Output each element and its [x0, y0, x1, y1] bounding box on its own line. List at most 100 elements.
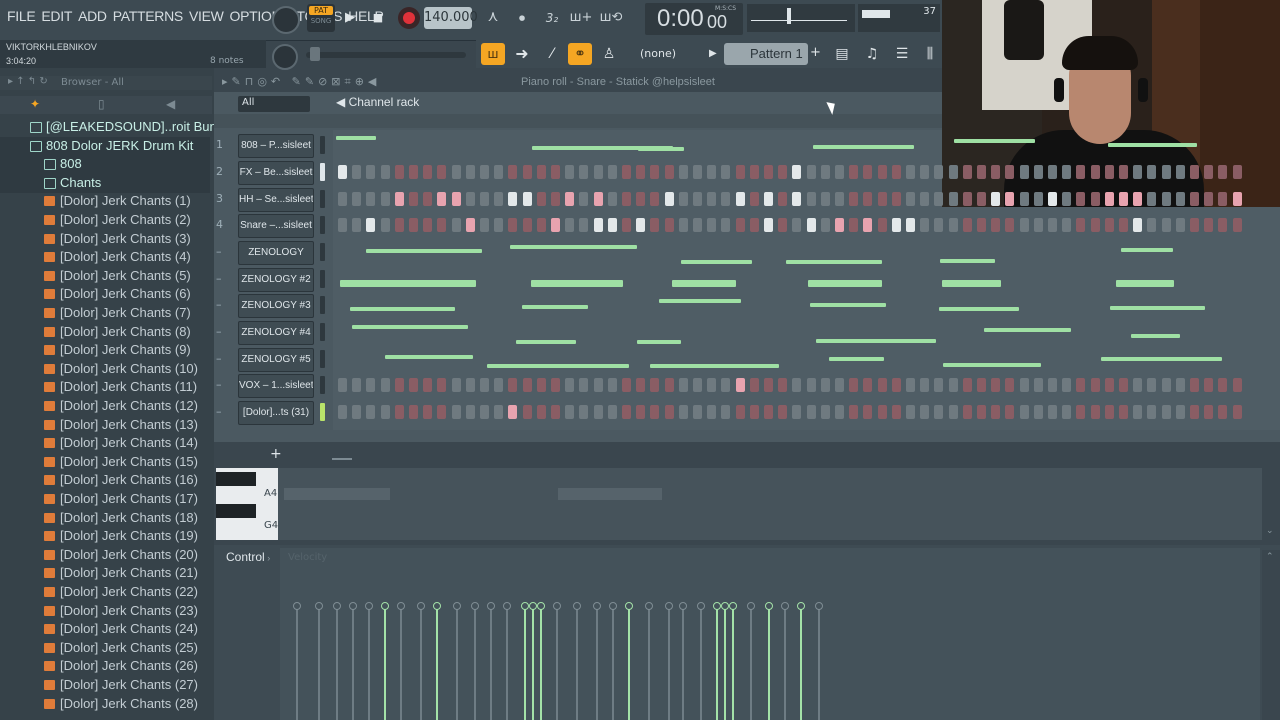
step-button[interactable] — [977, 405, 986, 419]
step-button[interactable] — [536, 192, 546, 206]
velocity-bar[interactable] — [417, 602, 425, 720]
step-button[interactable] — [749, 405, 759, 419]
file-icon[interactable]: ▯ — [98, 97, 105, 111]
step-button[interactable] — [437, 192, 447, 206]
step-button[interactable] — [721, 218, 731, 232]
step-button[interactable] — [1090, 405, 1100, 419]
channel-button[interactable]: ZENOLOGY — [238, 241, 314, 265]
snap-star-icon[interactable]: ✦ — [30, 97, 40, 111]
step-button[interactable] — [835, 218, 844, 232]
step-button[interactable] — [593, 165, 603, 179]
step-button[interactable] — [1190, 192, 1199, 206]
channel-button[interactable]: ZENOLOGY #3 — [238, 294, 314, 318]
step-button[interactable] — [423, 218, 433, 232]
velocity-bar[interactable] — [529, 602, 537, 720]
step-button[interactable] — [707, 378, 717, 392]
step-button[interactable] — [849, 378, 859, 392]
step-button[interactable] — [508, 192, 518, 206]
step-button[interactable] — [1119, 378, 1128, 392]
step-button[interactable] — [579, 405, 589, 419]
step-button[interactable] — [579, 165, 589, 179]
velocity-bar[interactable] — [713, 602, 721, 720]
step-button[interactable] — [593, 218, 603, 232]
step-button[interactable] — [437, 378, 447, 392]
step-button[interactable] — [522, 378, 532, 392]
step-button[interactable] — [1204, 378, 1214, 392]
step-button[interactable] — [480, 192, 489, 206]
tempo-display[interactable]: 140.000 — [424, 7, 478, 29]
channel-select-led[interactable] — [320, 270, 325, 288]
step-button[interactable] — [906, 378, 915, 392]
step-button[interactable] — [409, 405, 418, 419]
step-button[interactable] — [1048, 165, 1057, 179]
step-button[interactable] — [394, 192, 404, 206]
step-button[interactable] — [1090, 378, 1100, 392]
velocity-bar[interactable] — [573, 602, 581, 720]
step-button[interactable] — [650, 192, 660, 206]
step-button[interactable] — [721, 192, 731, 206]
step-button[interactable] — [465, 405, 475, 419]
step-button[interactable] — [636, 405, 646, 419]
step-button[interactable] — [920, 405, 930, 419]
step-button[interactable] — [522, 165, 532, 179]
velocity-bar[interactable] — [293, 602, 301, 720]
step-button[interactable] — [863, 165, 873, 179]
loop-record-icon[interactable]: ш⟲ — [598, 7, 624, 29]
step-button[interactable] — [948, 378, 958, 392]
menu-edit[interactable]: EDIT — [38, 8, 75, 24]
velocity-bar[interactable] — [765, 602, 773, 720]
step-button[interactable] — [1175, 218, 1185, 232]
step-button[interactable] — [1005, 378, 1015, 392]
step-button[interactable] — [508, 218, 518, 232]
step-button[interactable] — [1005, 405, 1015, 419]
step-button[interactable] — [693, 378, 702, 392]
browser-file[interactable]: [Dolor] Jerk Chants (8) — [0, 323, 210, 342]
channel-rack-icon[interactable]: ☰ — [890, 43, 914, 65]
step-button[interactable] — [494, 218, 504, 232]
step-button[interactable] — [565, 218, 575, 232]
step-button[interactable] — [579, 218, 589, 232]
add-pattern-button[interactable]: + — [810, 45, 822, 63]
step-button[interactable] — [820, 192, 830, 206]
step-button[interactable] — [451, 405, 461, 419]
step-button[interactable] — [1062, 192, 1072, 206]
browser-file[interactable]: [Dolor] Jerk Chants (25) — [0, 639, 210, 658]
step-button[interactable] — [380, 218, 390, 232]
velocity-bar[interactable] — [697, 602, 705, 720]
step-button[interactable] — [664, 218, 674, 232]
step-button[interactable] — [1019, 405, 1029, 419]
master-volume-knob[interactable] — [272, 6, 300, 34]
step-button[interactable] — [1033, 405, 1043, 419]
step-button[interactable] — [352, 378, 362, 392]
step-button[interactable] — [508, 378, 518, 392]
step-button[interactable] — [749, 165, 759, 179]
velocity-lane[interactable]: Velocity — [280, 548, 1260, 720]
step-button[interactable] — [906, 218, 915, 232]
step-button[interactable] — [366, 165, 376, 179]
step-button[interactable] — [906, 165, 915, 179]
control-select[interactable]: Control › — [226, 550, 270, 564]
step-button[interactable] — [977, 378, 986, 392]
step-button[interactable] — [735, 405, 745, 419]
browser-file[interactable]: [Dolor] Jerk Chants (12) — [0, 397, 210, 416]
browser-folder[interactable]: Chants — [0, 173, 210, 193]
step-button[interactable] — [835, 405, 844, 419]
step-button[interactable] — [678, 165, 688, 179]
channel-select-led[interactable] — [320, 216, 325, 234]
playlist-icon[interactable]: ▤ — [830, 43, 854, 65]
step-button[interactable] — [977, 192, 986, 206]
step-button[interactable] — [380, 165, 390, 179]
step-button[interactable] — [1062, 218, 1072, 232]
step-button[interactable] — [480, 378, 489, 392]
step-button[interactable] — [792, 378, 802, 392]
step-button[interactable] — [607, 218, 617, 232]
channel-select-led[interactable] — [320, 190, 325, 208]
step-button[interactable] — [835, 192, 844, 206]
step-button[interactable] — [565, 378, 575, 392]
step-button[interactable] — [494, 165, 504, 179]
step-button[interactable] — [1104, 218, 1114, 232]
step-button[interactable] — [1204, 218, 1214, 232]
step-button[interactable] — [593, 378, 603, 392]
step-button[interactable] — [778, 165, 788, 179]
step-button[interactable] — [465, 165, 475, 179]
